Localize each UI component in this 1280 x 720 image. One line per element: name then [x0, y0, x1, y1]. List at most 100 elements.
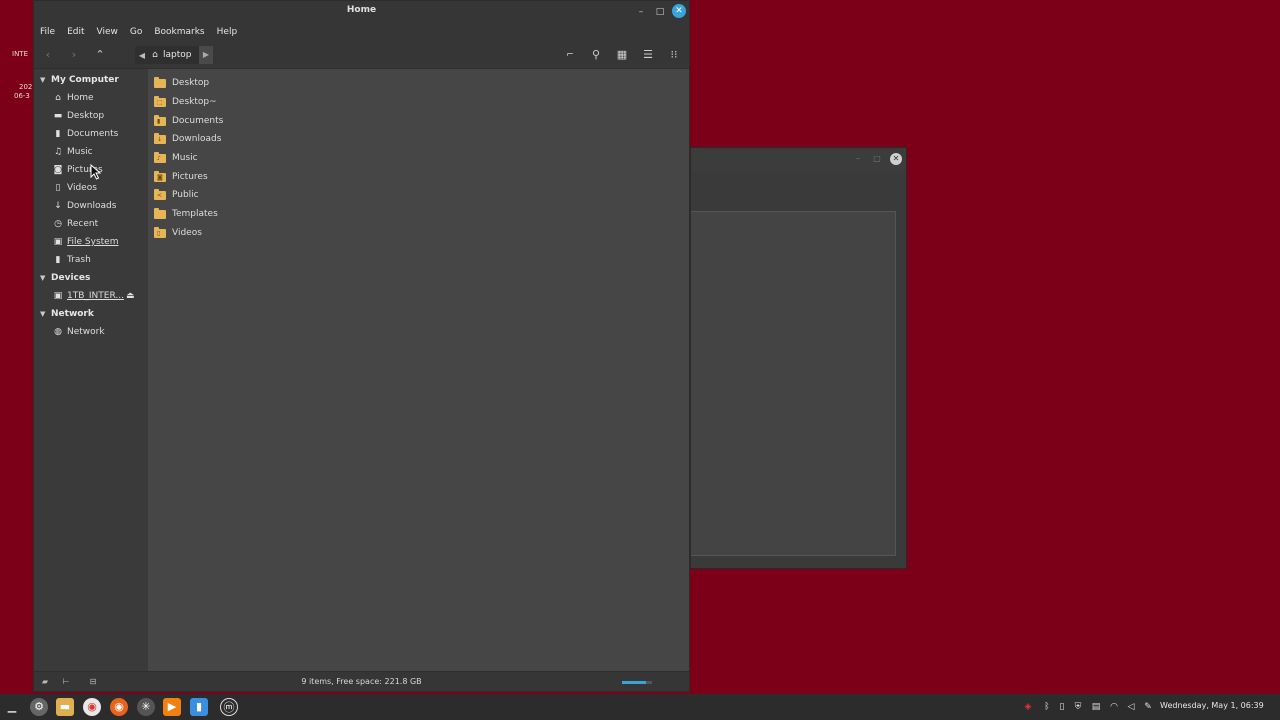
back-icon[interactable]: ‹: [40, 47, 56, 63]
breadcrumb-right-icon[interactable]: ▶: [199, 46, 213, 64]
clock[interactable]: Wednesday, May 1, 06:39: [1160, 701, 1264, 710]
list-view-icon[interactable]: ☰: [640, 47, 656, 63]
menu-file[interactable]: File: [40, 27, 55, 37]
menu-help[interactable]: Help: [217, 27, 238, 37]
list-item[interactable]: < Public: [154, 186, 199, 204]
folder-icon: [154, 76, 166, 88]
update-icon[interactable]: ◈: [1022, 700, 1034, 714]
folder-icon: ▮: [154, 114, 166, 126]
expand-triangle-icon[interactable]: ▼: [40, 305, 45, 323]
list-item[interactable]: ▯ Videos: [154, 224, 202, 242]
folder-icon: ▯: [154, 226, 166, 238]
menubar: File Edit View Go Bookmarks Help: [34, 23, 689, 41]
sidebar-item-downloads[interactable]: ↓ Downloads: [34, 197, 148, 215]
file-name: Pictures: [172, 172, 208, 182]
sidebar-section-my-computer[interactable]: ▼ My Computer: [34, 71, 148, 89]
folder-icon: ↓: [154, 132, 166, 144]
folder-icon: <: [154, 188, 166, 200]
mint-menu-icon[interactable]: ⓜ: [220, 698, 238, 716]
volume-icon[interactable]: ◁: [1125, 700, 1137, 714]
folder-icon: [154, 207, 166, 219]
titlebar[interactable]: Home – □ ✕: [34, 1, 689, 23]
forward-icon[interactable]: ›: [66, 47, 82, 63]
file-manager-window: Home – □ ✕ File Edit View Go Bookmarks H…: [33, 0, 690, 692]
maximize-icon[interactable]: □: [653, 5, 667, 19]
breadcrumb-location[interactable]: laptop: [163, 50, 191, 60]
sidebar-item-trash[interactable]: ▮ Trash: [34, 251, 148, 269]
show-desktop-icon[interactable]: ▁: [3, 698, 21, 716]
media-player-icon[interactable]: ▶: [163, 698, 181, 716]
display-icon[interactable]: ▤: [1090, 700, 1102, 714]
status-text: 9 items, Free space: 221.8 GB: [301, 677, 422, 686]
statusbar: ▰ ⊢ ⊟ 9 items, Free space: 221.8 GB: [34, 671, 689, 691]
file-name: Music: [172, 153, 198, 163]
chrome-icon[interactable]: ◉: [83, 698, 101, 716]
sidebar-item-videos[interactable]: ▯ Videos: [34, 179, 148, 197]
download-icon: ↓: [54, 201, 62, 211]
sidebar-item-recent[interactable]: ◷ Recent: [34, 215, 148, 233]
sidebar-item-home[interactable]: ⌂ Home: [34, 89, 148, 107]
zoom-slider[interactable]: [622, 681, 652, 684]
minimize-icon[interactable]: –: [853, 154, 863, 164]
eject-icon[interactable]: ⏏: [126, 287, 135, 305]
list-item[interactable]: ◙ Pictures: [154, 168, 208, 186]
up-icon[interactable]: ⌃: [92, 47, 108, 63]
sidebar-item-network[interactable]: ◍ Network: [34, 323, 148, 341]
desktop-label-fragment: 06-3: [14, 92, 30, 100]
sidebar-item-file-system[interactable]: ▣ File System: [34, 233, 148, 251]
mouse-cursor-icon: [90, 164, 102, 180]
wifi-icon[interactable]: ◠: [1108, 700, 1120, 714]
sidebar-section-network[interactable]: ▼ Network: [34, 305, 148, 323]
document-icon[interactable]: ▮: [190, 698, 208, 716]
clipboard-icon[interactable]: ▯: [1056, 700, 1068, 714]
sidebar-item-desktop[interactable]: ▬ Desktop: [34, 107, 148, 125]
menu-view[interactable]: View: [97, 27, 118, 37]
list-item[interactable]: Templates: [154, 205, 218, 223]
close-icon[interactable]: ✕: [890, 153, 902, 165]
sidebar-item-documents[interactable]: ▮ Documents: [34, 125, 148, 143]
expand-triangle-icon[interactable]: ▼: [40, 71, 45, 89]
background-window-titlebar[interactable]: – □ ✕: [691, 148, 906, 172]
file-name: Templates: [172, 209, 218, 219]
background-window[interactable]: – □ ✕: [690, 147, 907, 569]
settings-icon[interactable]: ⚙: [30, 698, 48, 716]
sidebar-item-music[interactable]: ♫ Music: [34, 143, 148, 161]
sidebar-item-label: Desktop: [67, 111, 105, 121]
bluetooth-icon[interactable]: ᛒ: [1041, 700, 1053, 714]
sidebar-item-label: Network: [67, 327, 105, 337]
maximize-icon[interactable]: □: [872, 154, 882, 164]
icon-view-icon[interactable]: ▦: [614, 47, 630, 63]
shield-icon[interactable]: ⛨: [1072, 700, 1084, 714]
list-item[interactable]: ⬚ Desktop~: [154, 93, 217, 111]
sidebar-item-device[interactable]: ▣ 1TB_INTER... ⏏: [34, 287, 148, 305]
menu-edit[interactable]: Edit: [67, 27, 84, 37]
close-icon[interactable]: ✕: [672, 4, 686, 18]
list-item[interactable]: ▮ Documents: [154, 112, 223, 130]
list-item[interactable]: ↓ Downloads: [154, 130, 221, 148]
zoom-slider-fill: [622, 681, 646, 684]
menu-go[interactable]: Go: [130, 27, 142, 37]
desktop-label-fragment: 202: [19, 83, 33, 91]
sidebar-section-title: Network: [51, 309, 94, 319]
list-item[interactable]: ♪ Music: [154, 149, 198, 167]
folder-icon: ⬚: [154, 95, 166, 107]
music-icon: ♫: [53, 147, 63, 157]
breadcrumb-left-icon[interactable]: ◀: [135, 51, 149, 60]
folder-icon: ◙: [154, 170, 166, 182]
expand-triangle-icon[interactable]: ▼: [40, 269, 45, 287]
network-icon: ◍: [54, 327, 62, 337]
list-item[interactable]: Desktop: [154, 74, 209, 92]
files-icon[interactable]: ▬: [56, 698, 74, 716]
menu-bookmarks[interactable]: Bookmarks: [154, 27, 204, 37]
search-icon[interactable]: ⚲: [588, 47, 604, 63]
file-list[interactable]: Desktop ⬚ Desktop~ ▮ Documents ↓ Downloa…: [148, 69, 689, 673]
desktop-icon: ▬: [53, 111, 63, 121]
compact-view-icon[interactable]: ⁝⁝: [666, 47, 682, 63]
firefox-icon[interactable]: ◉: [110, 698, 128, 716]
sidebar-item-label: Trash: [67, 255, 91, 265]
minimize-icon[interactable]: –: [634, 5, 648, 19]
notes-icon[interactable]: ✎: [1142, 700, 1154, 714]
toggle-location-icon[interactable]: ⌐: [562, 47, 578, 63]
sidebar-section-devices[interactable]: ▼ Devices: [34, 269, 148, 287]
app-icon[interactable]: ✳: [137, 698, 155, 716]
